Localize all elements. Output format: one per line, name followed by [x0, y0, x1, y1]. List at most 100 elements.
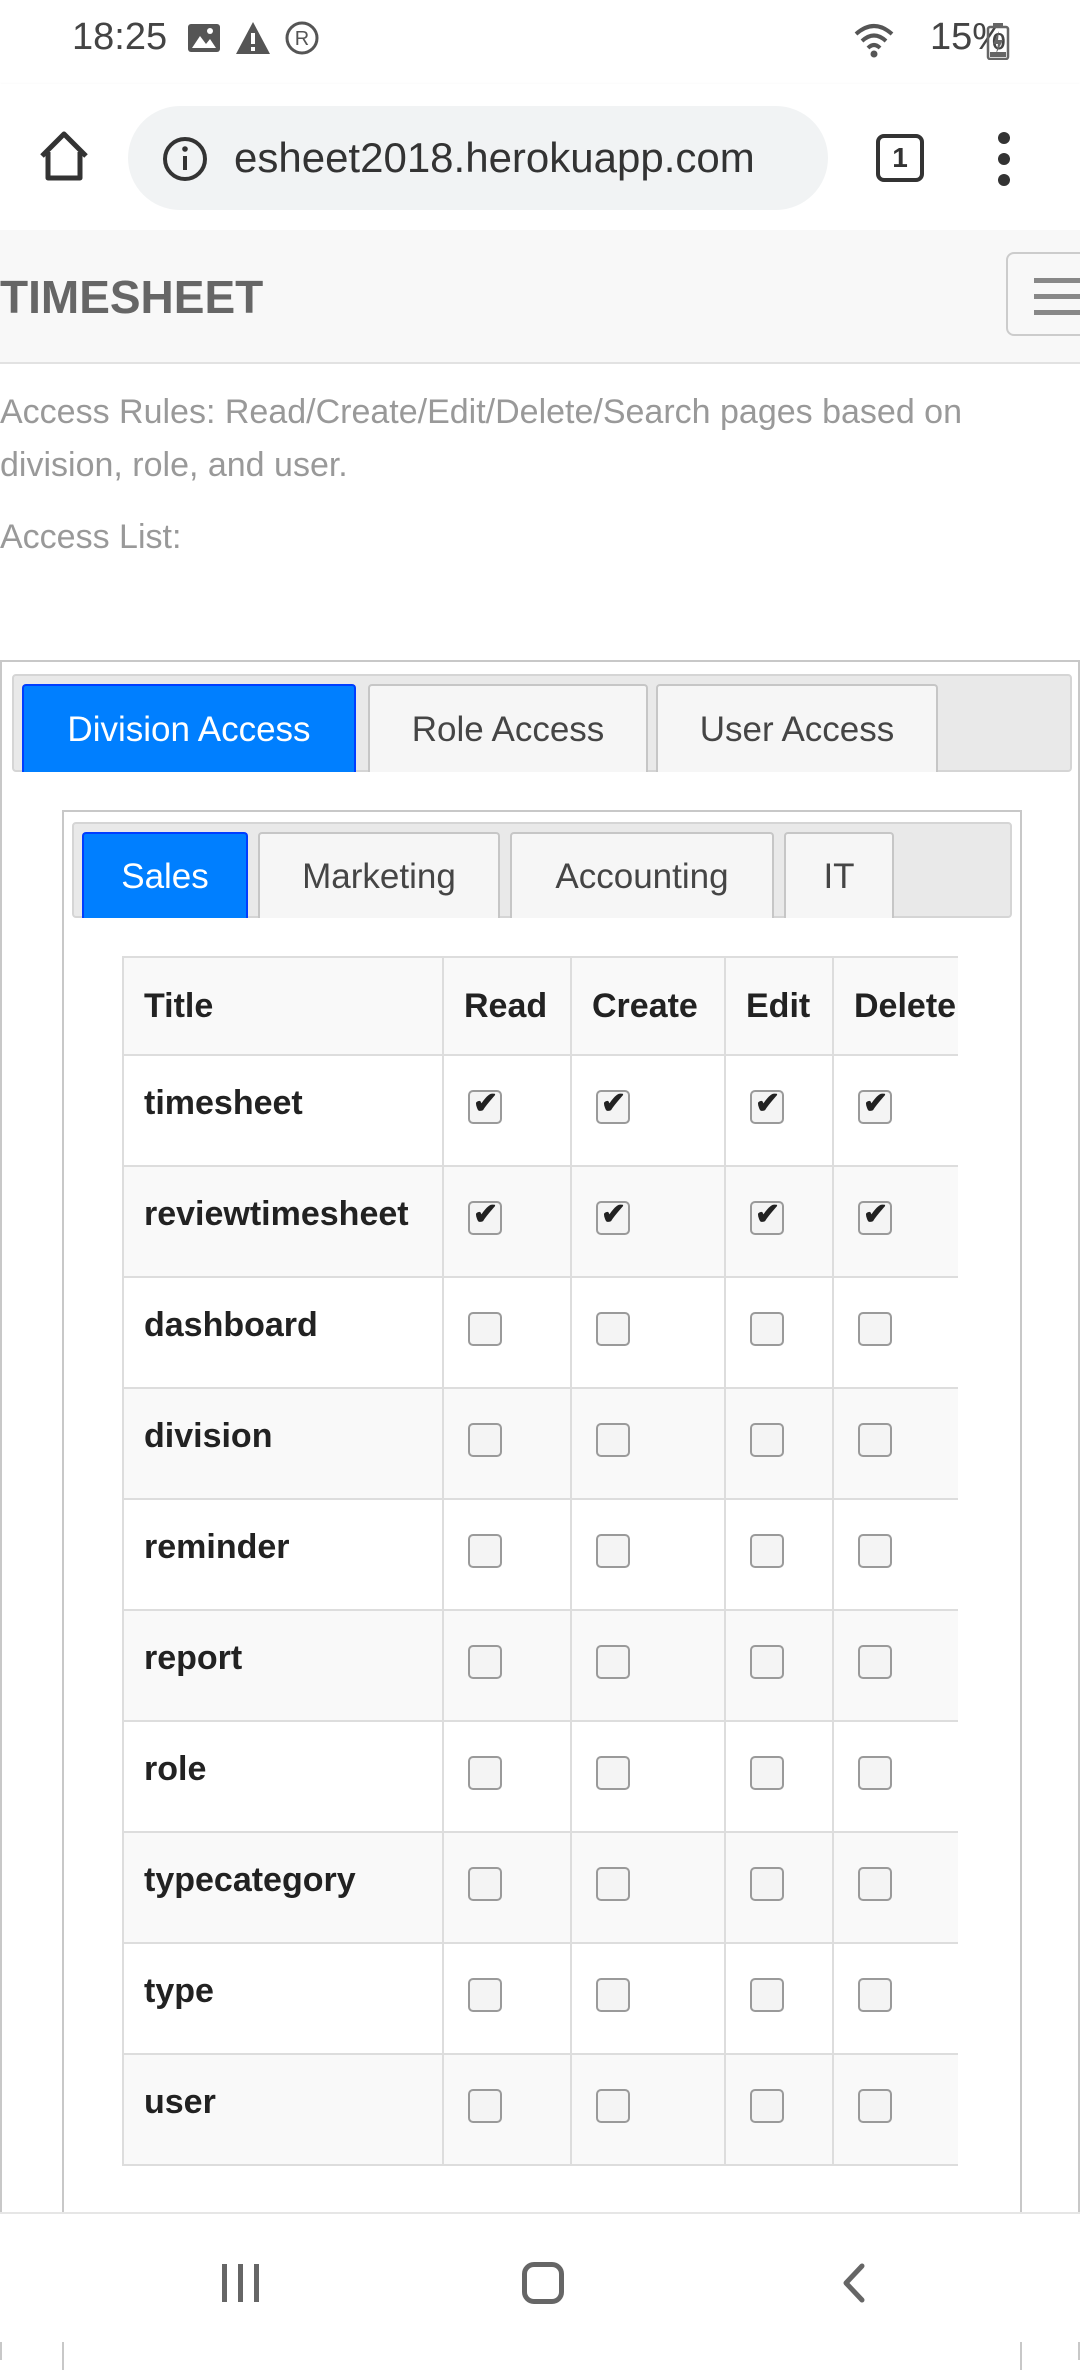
- cell-delete: [832, 1720, 958, 1833]
- edit-checkbox[interactable]: [750, 1423, 784, 1457]
- read-checkbox[interactable]: [468, 1867, 502, 1901]
- tab-switcher-button[interactable]: 1: [876, 134, 924, 182]
- cell-delete: [832, 1387, 958, 1500]
- cell-delete: [832, 1831, 958, 1944]
- delete-checkbox[interactable]: [858, 1312, 892, 1346]
- access-list-label: Access List:: [0, 518, 182, 556]
- table-header-row: Title Read Create Edit Delete: [122, 956, 958, 1056]
- cell-read: [442, 1831, 572, 1944]
- edit-checkbox[interactable]: [750, 1978, 784, 2012]
- access-tab-bar: Division Access Role Access User Access: [12, 674, 1072, 772]
- svg-text:R: R: [295, 28, 309, 50]
- create-checkbox[interactable]: [596, 2089, 630, 2123]
- create-checkbox[interactable]: [596, 1312, 630, 1346]
- header-edit: Edit: [724, 956, 834, 1056]
- cell-delete: [832, 1609, 958, 1722]
- cell-edit: [724, 1720, 834, 1833]
- create-checkbox[interactable]: [596, 1978, 630, 2012]
- cell-edit: [724, 1387, 834, 1500]
- address-bar[interactable]: esheet2018.herokuapp.com: [128, 106, 828, 210]
- recent-apps-icon[interactable]: [222, 2264, 262, 2304]
- create-checkbox[interactable]: [596, 1534, 630, 1568]
- cell-read: [442, 1165, 572, 1278]
- more-options-icon[interactable]: [992, 132, 1016, 192]
- create-checkbox[interactable]: [596, 1423, 630, 1457]
- cell-create: [570, 1054, 726, 1167]
- cell-edit: [724, 1165, 834, 1278]
- edit-checkbox[interactable]: [750, 1197, 784, 1235]
- system-navigation-bar: [0, 2212, 1080, 2342]
- tab-role-access[interactable]: Role Access: [368, 684, 648, 772]
- read-checkbox[interactable]: [468, 1645, 502, 1679]
- read-checkbox[interactable]: [468, 1312, 502, 1346]
- delete-checkbox[interactable]: [858, 1756, 892, 1790]
- read-checkbox[interactable]: [468, 1086, 502, 1124]
- home-icon[interactable]: [34, 126, 94, 186]
- delete-checkbox[interactable]: [858, 1197, 892, 1235]
- create-checkbox[interactable]: [596, 1086, 630, 1124]
- division-tab-bar: Sales Marketing Accounting IT: [72, 822, 1012, 918]
- delete-checkbox[interactable]: [858, 2089, 892, 2123]
- cell-delete: [832, 1276, 958, 1389]
- delete-checkbox[interactable]: [858, 1645, 892, 1679]
- create-checkbox[interactable]: [596, 1867, 630, 1901]
- system-home-icon[interactable]: [522, 2262, 564, 2304]
- read-checkbox[interactable]: [468, 1978, 502, 2012]
- hamburger-menu-icon[interactable]: [1006, 252, 1080, 336]
- create-checkbox[interactable]: [596, 1197, 630, 1235]
- site-brand[interactable]: TIMESHEET: [0, 270, 263, 324]
- cell-create: [570, 1720, 726, 1833]
- site-navbar: TIMESHEET: [0, 230, 1080, 364]
- delete-checkbox[interactable]: [858, 1867, 892, 1901]
- edit-checkbox[interactable]: [750, 1086, 784, 1124]
- edit-checkbox[interactable]: [750, 1756, 784, 1790]
- cell-create: [570, 1387, 726, 1500]
- read-checkbox[interactable]: [468, 1197, 502, 1235]
- cell-edit: [724, 1609, 834, 1722]
- delete-checkbox[interactable]: [858, 1978, 892, 2012]
- warning-icon: [236, 22, 270, 54]
- read-checkbox[interactable]: [468, 1756, 502, 1790]
- delete-checkbox[interactable]: [858, 1423, 892, 1457]
- row-title: timesheet: [122, 1054, 444, 1167]
- row-title: dashboard: [122, 1276, 444, 1389]
- cell-delete: [832, 1942, 958, 2055]
- cell-edit: [724, 1831, 834, 1944]
- row-title: typecategory: [122, 1831, 444, 1944]
- back-icon[interactable]: [832, 2260, 878, 2306]
- table-row: typecategory: [122, 1831, 958, 1944]
- edit-checkbox[interactable]: [750, 2089, 784, 2123]
- delete-checkbox[interactable]: [858, 1534, 892, 1568]
- cell-create: [570, 1942, 726, 2055]
- battery-charging-icon: [986, 23, 1010, 60]
- cell-create: [570, 1276, 726, 1389]
- url-text[interactable]: esheet2018.herokuapp.com: [234, 134, 755, 182]
- edit-checkbox[interactable]: [750, 1867, 784, 1901]
- tab-division-access[interactable]: Division Access: [22, 684, 356, 772]
- create-checkbox[interactable]: [596, 1645, 630, 1679]
- cell-read: [442, 1276, 572, 1389]
- cell-edit: [724, 1054, 834, 1167]
- tab-it[interactable]: IT: [784, 832, 894, 918]
- access-rules-text: Access Rules: Read/Create/Edit/Delete/Se…: [0, 393, 962, 484]
- edit-checkbox[interactable]: [750, 1534, 784, 1568]
- cell-read: [442, 2053, 572, 2166]
- read-checkbox[interactable]: [468, 1423, 502, 1457]
- info-icon[interactable]: [162, 136, 208, 182]
- row-title: user: [122, 2053, 444, 2166]
- tab-accounting[interactable]: Accounting: [510, 832, 774, 918]
- read-checkbox[interactable]: [468, 2089, 502, 2123]
- row-title: reminder: [122, 1498, 444, 1611]
- header-create: Create: [570, 956, 726, 1056]
- tab-marketing[interactable]: Marketing: [258, 832, 500, 918]
- header-title: Title: [122, 956, 444, 1056]
- edit-checkbox[interactable]: [750, 1645, 784, 1679]
- wifi-icon: [854, 24, 894, 58]
- tab-user-access[interactable]: User Access: [656, 684, 938, 772]
- read-checkbox[interactable]: [468, 1534, 502, 1568]
- create-checkbox[interactable]: [596, 1756, 630, 1790]
- delete-checkbox[interactable]: [858, 1086, 892, 1124]
- edit-checkbox[interactable]: [750, 1312, 784, 1346]
- cell-edit: [724, 1276, 834, 1389]
- tab-sales[interactable]: Sales: [82, 832, 248, 918]
